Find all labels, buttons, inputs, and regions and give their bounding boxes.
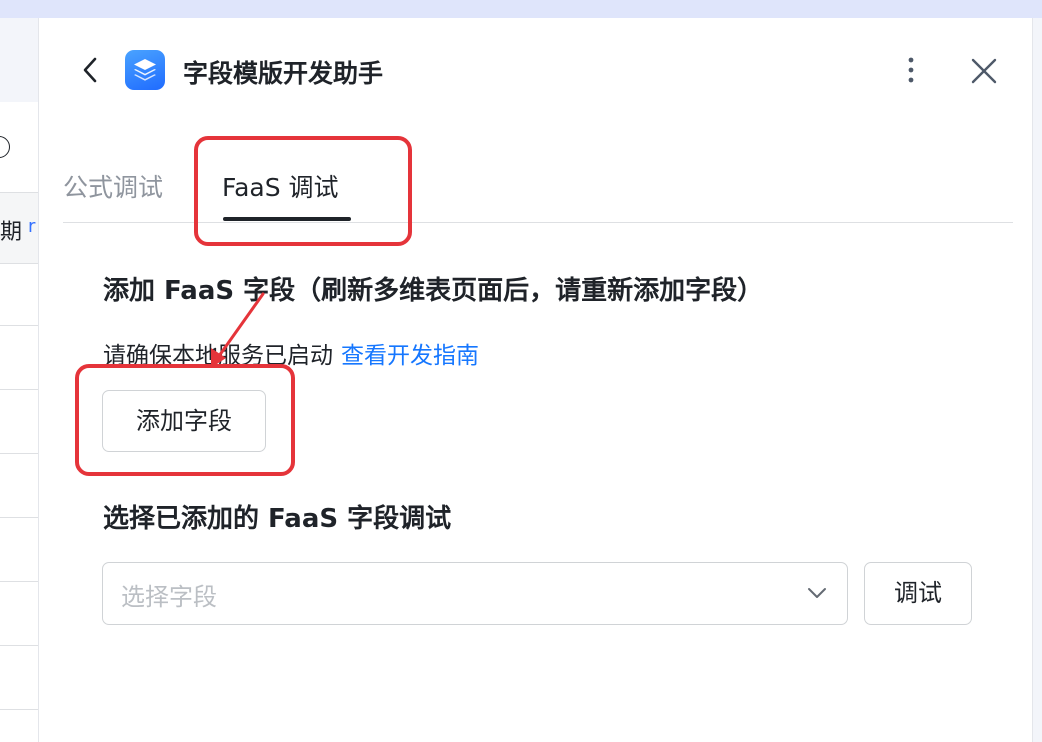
close-icon xyxy=(971,58,997,84)
chevron-down-icon xyxy=(808,588,826,598)
background-column-fragment: r xyxy=(28,216,36,237)
highlight-box-tab xyxy=(194,136,412,246)
chevron-left-icon xyxy=(83,57,97,83)
field-select-placeholder: 选择字段 xyxy=(121,583,217,611)
background-scroll-edge xyxy=(1032,18,1042,742)
back-button[interactable] xyxy=(79,52,103,88)
plugin-panel: 字段模版开发助手 公式调试 FaaS 调试 添加 FaaS 字段（刷新多维表页面… xyxy=(39,18,1032,742)
select-section-heading: 选择已添加的 FaaS 字段调试 xyxy=(103,504,452,534)
background-table-edge: 期 r xyxy=(0,18,39,742)
circle-icon xyxy=(0,136,10,158)
app-layers-icon xyxy=(134,59,156,81)
app-icon xyxy=(125,50,165,90)
highlight-box-add-button xyxy=(75,364,295,476)
debug-button[interactable]: 调试 xyxy=(864,562,972,625)
top-bar xyxy=(0,0,1042,18)
add-section-heading: 添加 FaaS 字段（刷新多维表页面后，请重新添加字段） xyxy=(103,276,764,306)
more-button[interactable] xyxy=(901,54,921,86)
more-vertical-icon xyxy=(908,57,914,83)
dev-guide-link[interactable]: 查看开发指南 xyxy=(341,343,479,369)
panel-title: 字段模版开发助手 xyxy=(183,59,384,88)
tab-formula-debug[interactable]: 公式调试 xyxy=(63,168,163,204)
close-button[interactable] xyxy=(969,56,999,86)
background-column-text: 期 xyxy=(0,220,23,245)
field-select[interactable]: 选择字段 xyxy=(102,562,848,625)
